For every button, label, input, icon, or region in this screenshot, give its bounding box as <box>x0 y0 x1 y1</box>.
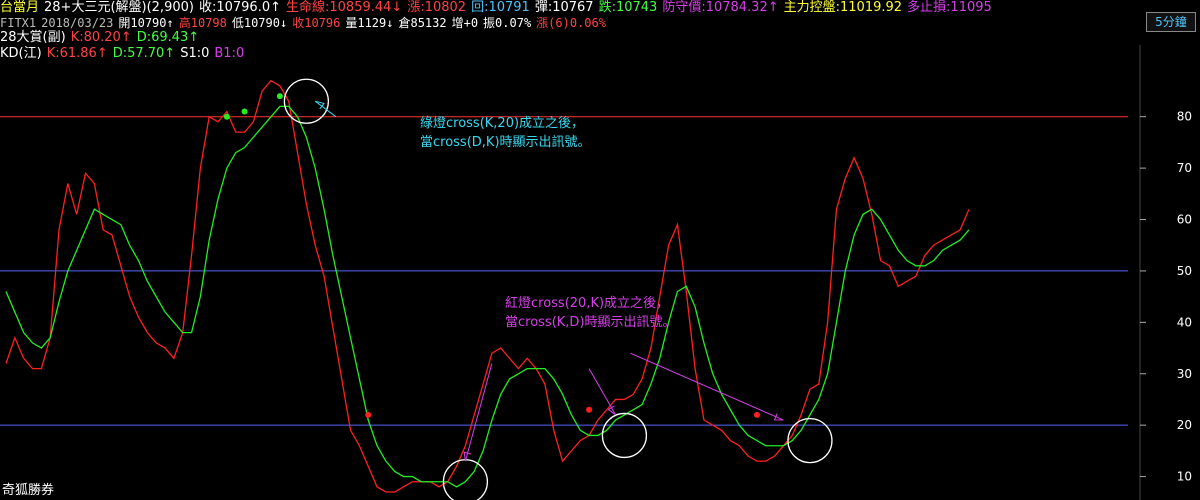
y-tick-label-20: 20 <box>1177 418 1192 432</box>
y-tick-label-50: 50 <box>1177 264 1192 278</box>
watermark: 奇狐勝券 <box>2 483 55 498</box>
highlight-circle-2 <box>601 412 648 459</box>
annotation-arrow-3 <box>630 352 784 421</box>
y-tick-label-60: 60 <box>1177 213 1192 227</box>
annotation-arrow-1 <box>464 363 493 462</box>
kd-chart: 10 20 30 40 50 60 70 80 <box>0 45 1192 500</box>
y-tick-label-10: 10 <box>1177 470 1192 484</box>
green-annotation-line-2: 當cross(D,K)時顯示出訊號。 <box>420 135 591 150</box>
red-annotation-line-1: 紅燈cross(20,K)成立之後， <box>505 296 670 311</box>
green-signal-dot-1 <box>241 108 248 115</box>
red-signal-dot-3 <box>365 411 372 418</box>
red-signal-dot-5 <box>753 411 760 418</box>
y-tick-label-70: 70 <box>1177 161 1192 175</box>
annotation-arrow-0 <box>314 100 337 118</box>
y-tick-label-30: 30 <box>1177 367 1192 381</box>
highlight-circle-1 <box>442 459 489 500</box>
y-tick-label-40: 40 <box>1177 315 1192 329</box>
red-signal-annotation: 紅燈cross(20,K)成立之後， 當cross(K,D)時顯示出訊號。 <box>505 294 676 332</box>
green-signal-annotation: 綠燈cross(K,20)成立之後， 當cross(D,K)時顯示出訊號。 <box>420 114 591 152</box>
green-signal-dot-2 <box>276 93 283 100</box>
red-annotation-line-2: 當cross(K,D)時顯示出訊號。 <box>505 315 676 330</box>
y-tick-label-80: 80 <box>1177 110 1192 124</box>
green-signal-dot-0 <box>223 113 230 120</box>
red-signal-dot-4 <box>586 406 593 413</box>
green-annotation-line-1: 綠燈cross(K,20)成立之後， <box>420 116 585 131</box>
series-line-d <box>5 105 970 488</box>
